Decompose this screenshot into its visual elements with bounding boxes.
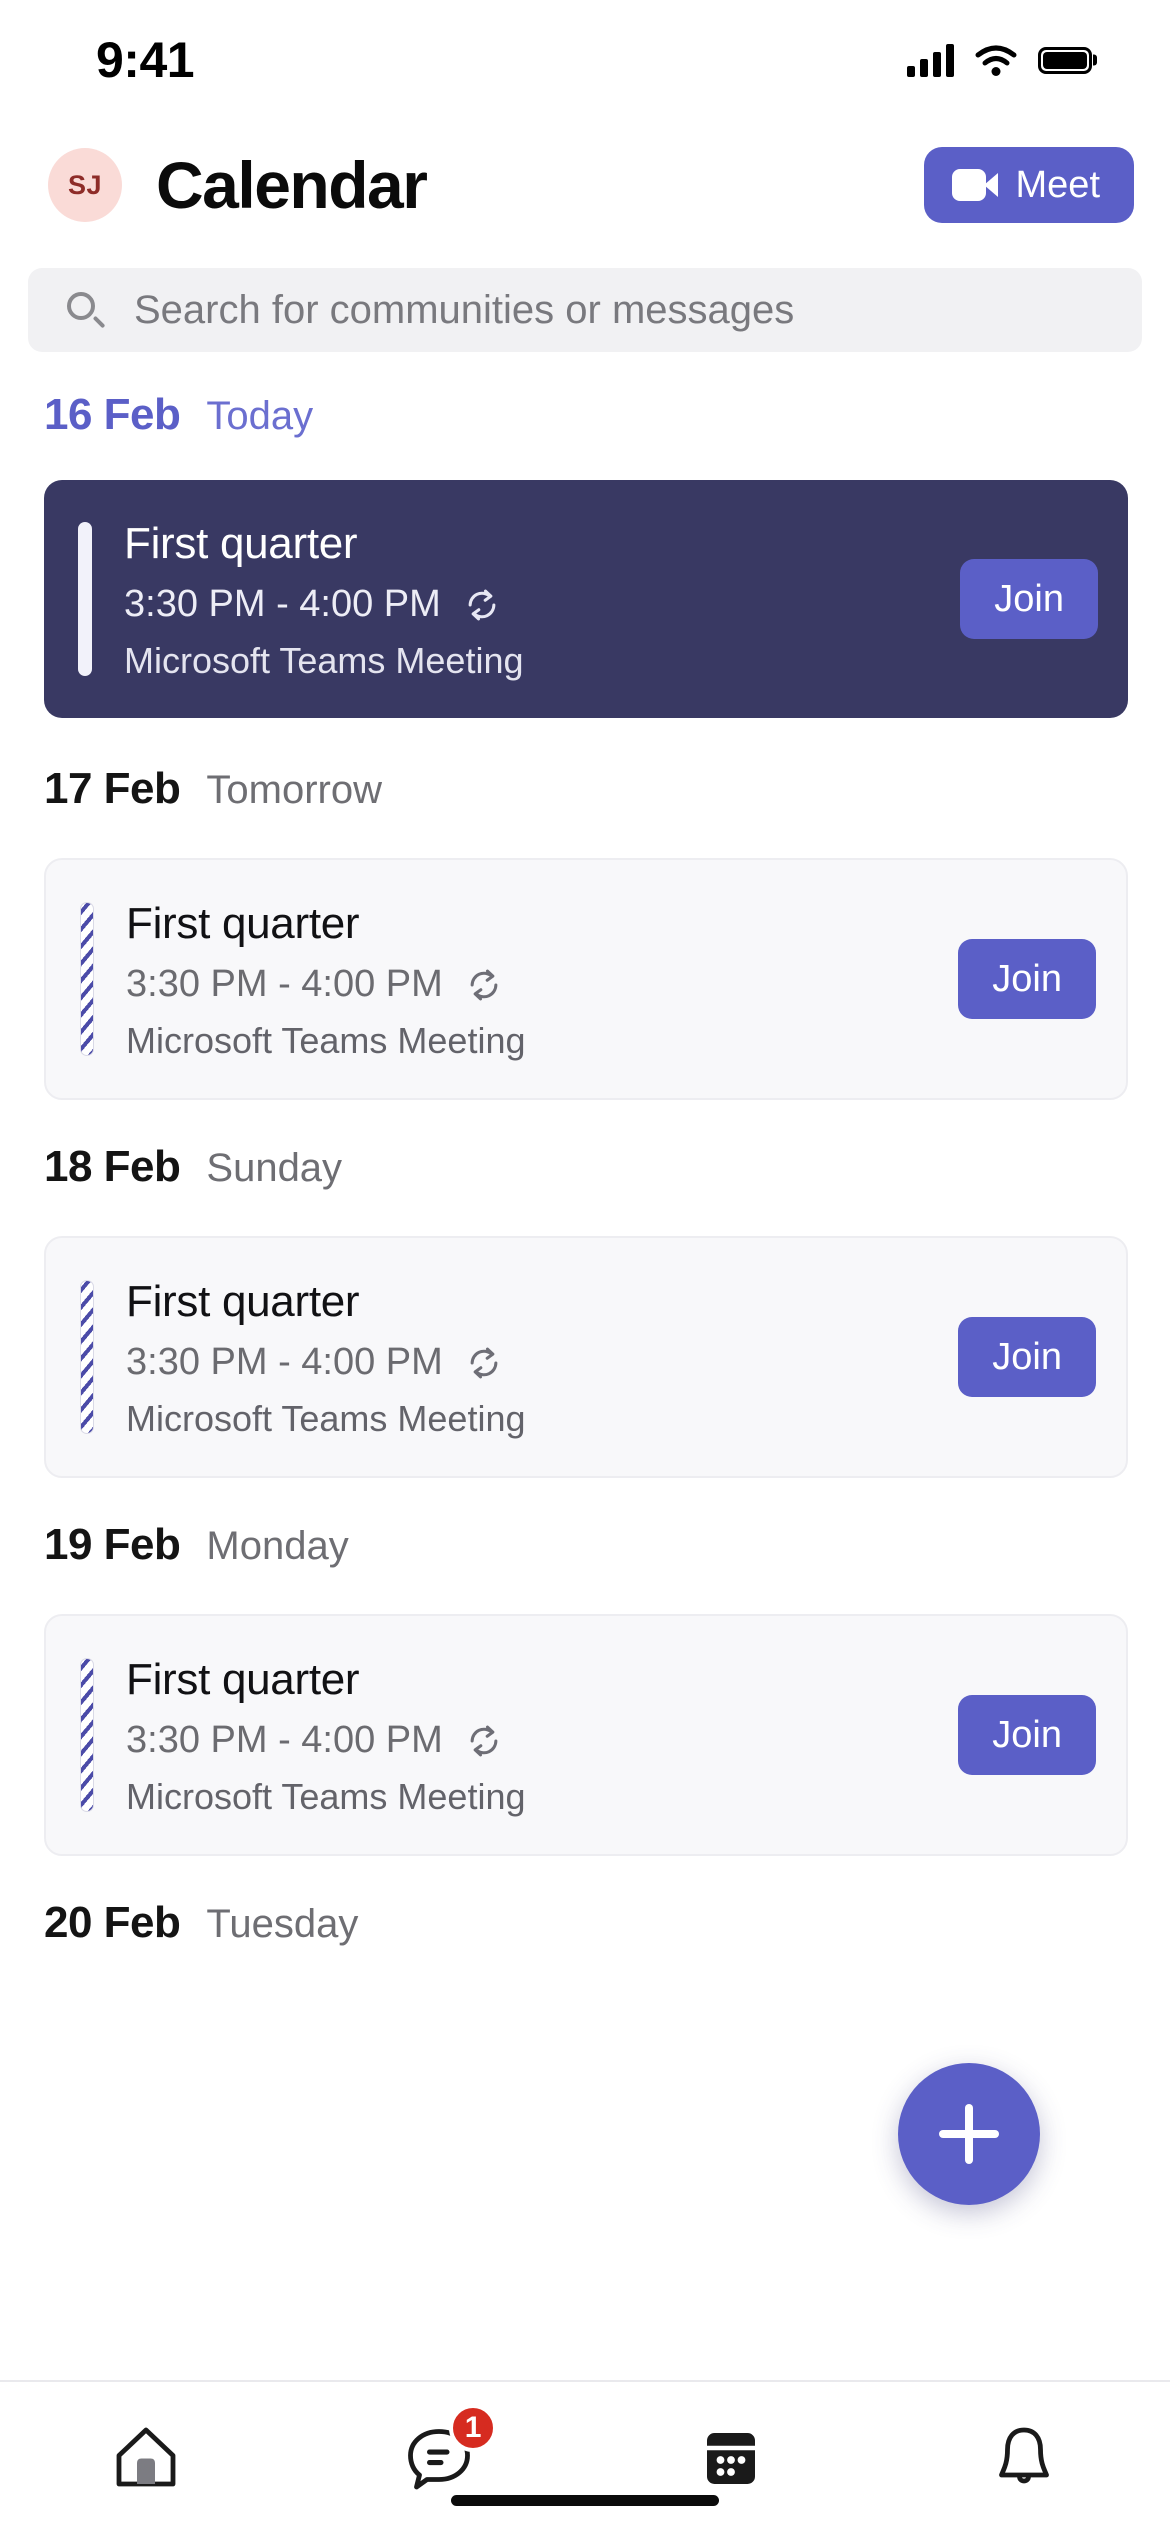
day-relative-label: Tomorrow <box>206 768 382 812</box>
join-button[interactable]: Join <box>958 1317 1096 1397</box>
home-indicator <box>451 2495 719 2506</box>
search-bar[interactable]: Search for communities or messages <box>28 268 1142 352</box>
recurring-icon <box>470 1725 498 1756</box>
event-subtitle: Microsoft Teams Meeting <box>124 640 524 681</box>
recurring-icon <box>470 969 498 1000</box>
tab-chat[interactable]: 1 <box>293 2382 586 2532</box>
event-details: First quarter 3:30 PM - 4:00 PM Microsoft … <box>92 516 960 682</box>
calendar-screen: 9:41 SJ Calendar Meet Search for communi… <box>0 0 1170 2532</box>
status-time: 9:41 <box>96 32 195 88</box>
event-time: 3:30 PM - 4:00 PM <box>126 1341 443 1383</box>
event-subtitle: Microsoft Teams Meeting <box>126 1398 526 1439</box>
event-time-row: 3:30 PM - 4:00 PM <box>126 1719 958 1762</box>
meet-button[interactable]: Meet <box>923 147 1134 223</box>
search-icon <box>64 289 106 331</box>
join-button[interactable]: Join <box>960 559 1098 639</box>
cellular-signal-icon <box>907 43 954 77</box>
day-date: 16 Feb <box>44 390 181 439</box>
video-camera-icon <box>951 169 998 201</box>
event-details: First quarter 3:30 PM - 4:00 PM Microsoft … <box>94 1274 958 1440</box>
day-header: 20 Feb Tuesday <box>0 1898 1170 1984</box>
day-relative-label: Sunday <box>206 1146 343 1190</box>
meet-button-label: Meet <box>1015 164 1100 206</box>
event-card[interactable]: First quarter 3:30 PM - 4:00 PM Microsoft … <box>44 1236 1128 1478</box>
home-icon <box>116 2427 176 2487</box>
tab-calendar[interactable] <box>585 2382 878 2532</box>
bottom-tab-bar: 1 <box>0 2380 1170 2532</box>
plus-icon <box>939 2104 999 2164</box>
event-accent-bar <box>80 1658 94 1812</box>
battery-icon <box>1038 46 1092 74</box>
event-details: First quarter 3:30 PM - 4:00 PM Microsoft … <box>94 1652 958 1818</box>
day-date: 19 Feb <box>44 1520 181 1569</box>
event-accent-bar <box>78 522 92 676</box>
day-date: 20 Feb <box>44 1898 181 1947</box>
event-time: 3:30 PM - 4:00 PM <box>126 963 443 1005</box>
recurring-icon <box>470 1347 498 1378</box>
event-time-row: 3:30 PM - 4:00 PM <box>124 583 960 626</box>
day-header: 16 Feb Today <box>0 390 1170 476</box>
wifi-icon <box>975 45 1017 76</box>
event-time-row: 3:30 PM - 4:00 PM <box>126 963 958 1006</box>
event-time-row: 3:30 PM - 4:00 PM <box>126 1341 958 1384</box>
event-title: First quarter <box>124 519 358 568</box>
status-indicators <box>907 43 1092 77</box>
event-title: First quarter <box>126 1655 360 1704</box>
new-event-fab[interactable] <box>898 2063 1040 2205</box>
event-subtitle: Microsoft Teams Meeting <box>126 1776 526 1817</box>
chat-badge: 1 <box>448 2404 498 2452</box>
bell-icon <box>998 2427 1049 2484</box>
day-header: 17 Feb Tomorrow <box>0 764 1170 850</box>
event-title: First quarter <box>126 899 360 948</box>
join-button[interactable]: Join <box>958 1695 1096 1775</box>
page-title: Calendar <box>156 148 428 222</box>
event-card[interactable]: First quarter 3:30 PM - 4:00 PM Microsoft … <box>44 1614 1128 1856</box>
tab-notifications[interactable] <box>878 2382 1170 2532</box>
tab-home[interactable] <box>0 2382 293 2532</box>
day-date: 17 Feb <box>44 764 181 813</box>
day-date: 18 Feb <box>44 1142 181 1191</box>
event-accent-bar <box>80 902 94 1056</box>
status-bar: 9:41 <box>0 0 1170 120</box>
day-relative-label: Monday <box>206 1524 349 1568</box>
join-button[interactable]: Join <box>958 939 1096 1019</box>
search-input[interactable]: Search for communities or messages <box>134 288 794 333</box>
event-time: 3:30 PM - 4:00 PM <box>126 1719 443 1761</box>
day-relative-label: Tuesday <box>206 1902 359 1946</box>
day-header: 19 Feb Monday <box>0 1520 1170 1606</box>
event-title: First quarter <box>126 1277 360 1326</box>
event-card[interactable]: First quarter 3:30 PM - 4:00 PM Microsoft … <box>44 858 1128 1100</box>
event-time: 3:30 PM - 4:00 PM <box>124 583 441 625</box>
event-accent-bar <box>80 1280 94 1434</box>
calendar-icon <box>707 2433 756 2484</box>
event-subtitle: Microsoft Teams Meeting <box>126 1020 526 1061</box>
avatar[interactable]: SJ <box>48 148 122 222</box>
recurring-icon <box>468 589 496 620</box>
event-card[interactable]: First quarter 3:30 PM - 4:00 PM Microsoft … <box>44 480 1128 718</box>
event-details: First quarter 3:30 PM - 4:00 PM Microsoft … <box>94 896 958 1062</box>
app-header: SJ Calendar Meet <box>0 130 1170 240</box>
day-header: 18 Feb Sunday <box>0 1142 1170 1228</box>
day-relative-label: Today <box>206 394 314 438</box>
